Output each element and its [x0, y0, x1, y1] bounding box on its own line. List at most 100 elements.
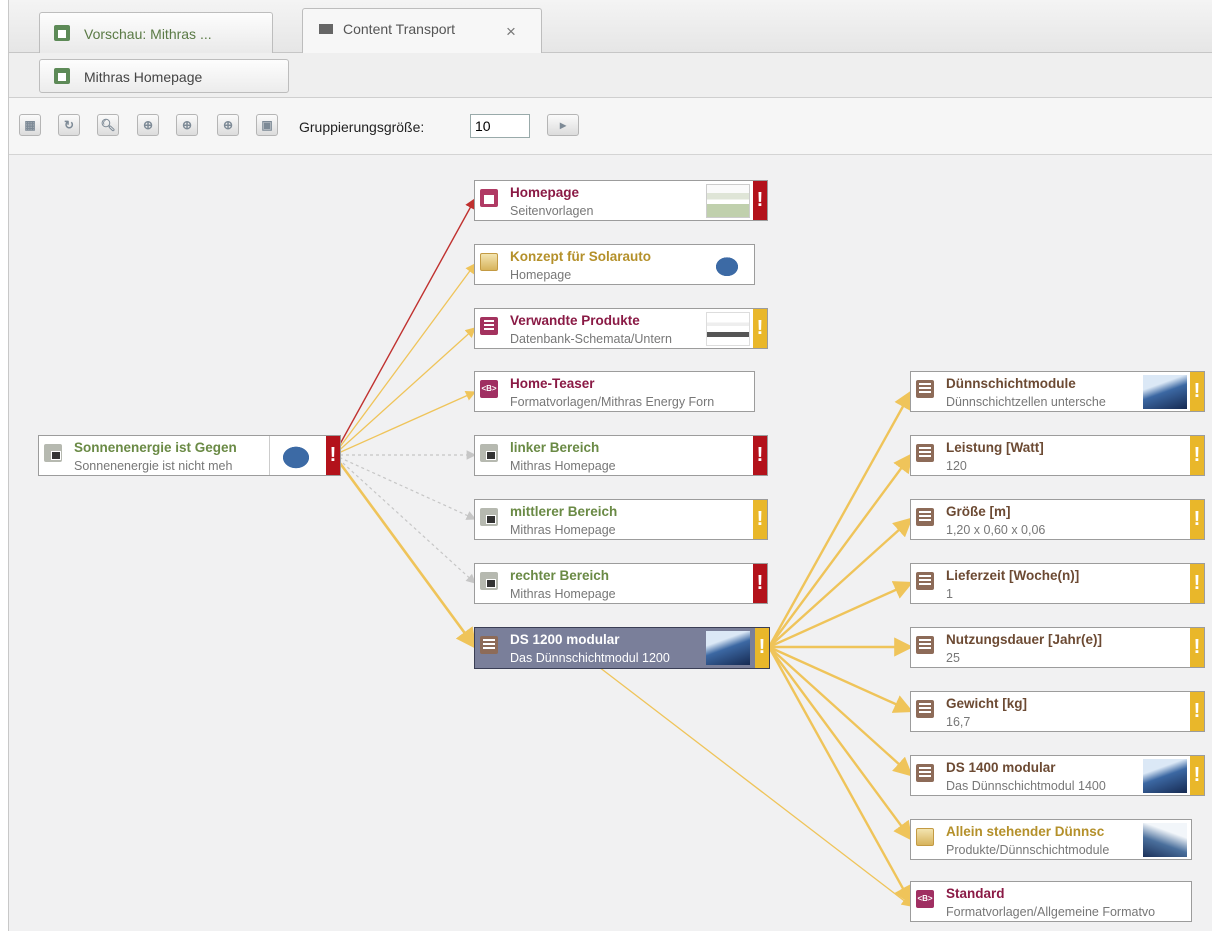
tab-bar: Vorschau: Mithras ... Content Transport … [9, 0, 1212, 54]
node-subtitle: Homepage [510, 268, 572, 282]
edge-ds-standard [767, 646, 913, 906]
node-subtitle: 1 [946, 587, 953, 601]
thumbnail [1143, 823, 1187, 857]
node-standard[interactable]: <B> Standard Formatvorlagen/Allgemeine F… [910, 881, 1192, 922]
warning-icon: ! [1190, 500, 1204, 539]
edge-ds-leistung [768, 453, 913, 648]
node-title: Home-Teaser [510, 376, 595, 391]
edge-ds1200-standard-long [598, 666, 913, 907]
node-root[interactable]: Sonnenenergie ist Gegen Sonnenenergie is… [38, 435, 341, 476]
toolbar: ▦ ↻ 🔍︎ ⊕ ⊕ ⊕ ▣ Gruppierungsgröße: ▸ [9, 98, 1212, 155]
node-title: mittlerer Bereich [510, 504, 618, 519]
node-subtitle: Datenbank-Schemata/Untern [510, 332, 672, 346]
node-verwandte-produkte[interactable]: Verwandte Produkte Datenbank-Schemata/Un… [474, 308, 768, 349]
content-transport-window: Vorschau: Mithras ... Content Transport … [8, 0, 1212, 931]
warning-icon: ! [753, 436, 767, 475]
node-lieferzeit[interactable]: Lieferzeit [Woche(n)] 1 ! [910, 563, 1205, 604]
subtab-mithras-homepage[interactable]: Mithras Homepage [39, 59, 289, 93]
layout-icon[interactable]: ▦ [19, 114, 41, 136]
node-subtitle: Seitenvorlagen [510, 204, 594, 218]
warning-icon: ! [1190, 628, 1204, 667]
node-groesse[interactable]: Größe [m] 1,20 x 0,60 x 0,06 ! [910, 499, 1205, 540]
node-subtitle: Mithras Homepage [510, 459, 616, 473]
node-subtitle: Formatvorlagen/Allgemeine Formatvo [946, 905, 1156, 919]
thumbnail [706, 631, 750, 665]
zoom-in-icon[interactable]: ⊕ [137, 114, 159, 136]
content-icon [44, 444, 62, 462]
node-subtitle: 25 [946, 651, 960, 665]
close-icon[interactable]: × [506, 22, 516, 42]
section-icon [480, 572, 498, 590]
media-icon [480, 253, 498, 271]
node-homepage[interactable]: Homepage Seitenvorlagen ! [474, 180, 768, 221]
dataset-icon [916, 444, 934, 462]
format-template-icon: <B> [916, 890, 934, 908]
refresh-icon[interactable]: ↻ [58, 114, 80, 136]
warning-icon: ! [753, 181, 767, 220]
subtab-label: Mithras Homepage [84, 69, 203, 85]
node-allein-stehender[interactable]: Allein stehender Dünnsc Produkte/Dünnsch… [910, 819, 1192, 860]
node-subtitle: Dünnschichtzellen untersche [946, 395, 1106, 409]
node-title: rechter Bereich [510, 568, 610, 583]
edge-ds-duenn [767, 389, 913, 648]
apply-play-icon[interactable]: ▸ [547, 114, 579, 136]
grouping-size-label: Gruppierungsgröße: [299, 119, 425, 135]
node-title: Konzept für Solarauto [510, 249, 651, 264]
dataset-icon [916, 508, 934, 526]
node-subtitle: Das Dünnschichtmodul 1400 [946, 779, 1106, 793]
node-title: DS 1400 modular [946, 760, 1056, 775]
dataset-icon [916, 636, 934, 654]
database-schema-icon [480, 317, 498, 335]
node-ds1400-modular[interactable]: DS 1400 modular Das Dünnschichtmodul 140… [910, 755, 1205, 796]
node-subtitle: Mithras Homepage [510, 587, 616, 601]
save-icon[interactable]: ▣ [256, 114, 278, 136]
warning-icon: ! [753, 309, 767, 348]
format-template-icon: <B> [480, 380, 498, 398]
edge-root-verwandte [333, 327, 476, 456]
node-home-teaser[interactable]: <B> Home-Teaser Formatvorlagen/Mithras E… [474, 371, 755, 412]
thumbnail [705, 248, 749, 282]
page-icon [480, 189, 498, 207]
node-duennschichtmodule[interactable]: Dünnschichtmodule Dünnschichtzellen unte… [910, 371, 1205, 412]
node-ds1200-modular-selected[interactable]: DS 1200 modular Das Dünnschichtmodul 120… [474, 627, 770, 669]
thumbnail [706, 312, 750, 346]
section-icon [480, 444, 498, 462]
node-subtitle: Formatvorlagen/Mithras Energy Forn [510, 395, 715, 409]
node-title: Lieferzeit [Woche(n)] [946, 568, 1080, 583]
node-linker-bereich[interactable]: linker Bereich Mithras Homepage ! [474, 435, 768, 476]
thumbnail [269, 436, 322, 475]
dataset-icon [916, 764, 934, 782]
node-nutzungsdauer[interactable]: Nutzungsdauer [Jahr(e)] 25 ! [910, 627, 1205, 668]
tab-content-transport[interactable]: Content Transport × [302, 8, 542, 53]
edge-root-homepage [333, 197, 476, 456]
node-subtitle: Sonnenenergie ist nicht meh [74, 459, 233, 473]
node-title: Standard [946, 886, 1005, 901]
zoom-out-icon[interactable]: 🔍︎ [97, 114, 119, 136]
tab-content-transport-label: Content Transport [343, 21, 456, 37]
zoom-reset-icon[interactable]: ⊕ [217, 114, 239, 136]
zoom-fit-icon[interactable]: ⊕ [176, 114, 198, 136]
warning-icon: ! [753, 564, 767, 603]
node-title: Dünnschichtmodule [946, 376, 1076, 391]
grouping-size-input[interactable] [470, 114, 530, 138]
node-title: Leistung [Watt] [946, 440, 1044, 455]
warning-icon: ! [755, 628, 769, 668]
edge-ds-gewicht [768, 645, 914, 713]
edge-ds-groesse [768, 517, 913, 648]
node-subtitle: 1,20 x 0,60 x 0,06 [946, 523, 1046, 537]
edge-root-ds1200 [332, 454, 477, 650]
dataset-icon [480, 636, 498, 654]
dataset-icon [916, 380, 934, 398]
node-title: Nutzungsdauer [Jahr(e)] [946, 632, 1103, 647]
node-mittlerer-bereich[interactable]: mittlerer Bereich Mithras Homepage ! [474, 499, 768, 540]
warning-icon: ! [1190, 756, 1204, 795]
node-konzept-solarauto[interactable]: Konzept für Solarauto Homepage [474, 244, 755, 285]
edge-ds-ds1400 [768, 646, 913, 777]
tab-preview[interactable]: Vorschau: Mithras ... [39, 12, 273, 54]
node-subtitle: Das Dünnschichtmodul 1200 [510, 651, 670, 665]
section-icon [480, 508, 498, 526]
node-leistung[interactable]: Leistung [Watt] 120 ! [910, 435, 1205, 476]
node-rechter-bereich[interactable]: rechter Bereich Mithras Homepage ! [474, 563, 768, 604]
node-gewicht[interactable]: Gewicht [kg] 16,7 ! [910, 691, 1205, 732]
warning-icon: ! [326, 436, 340, 475]
